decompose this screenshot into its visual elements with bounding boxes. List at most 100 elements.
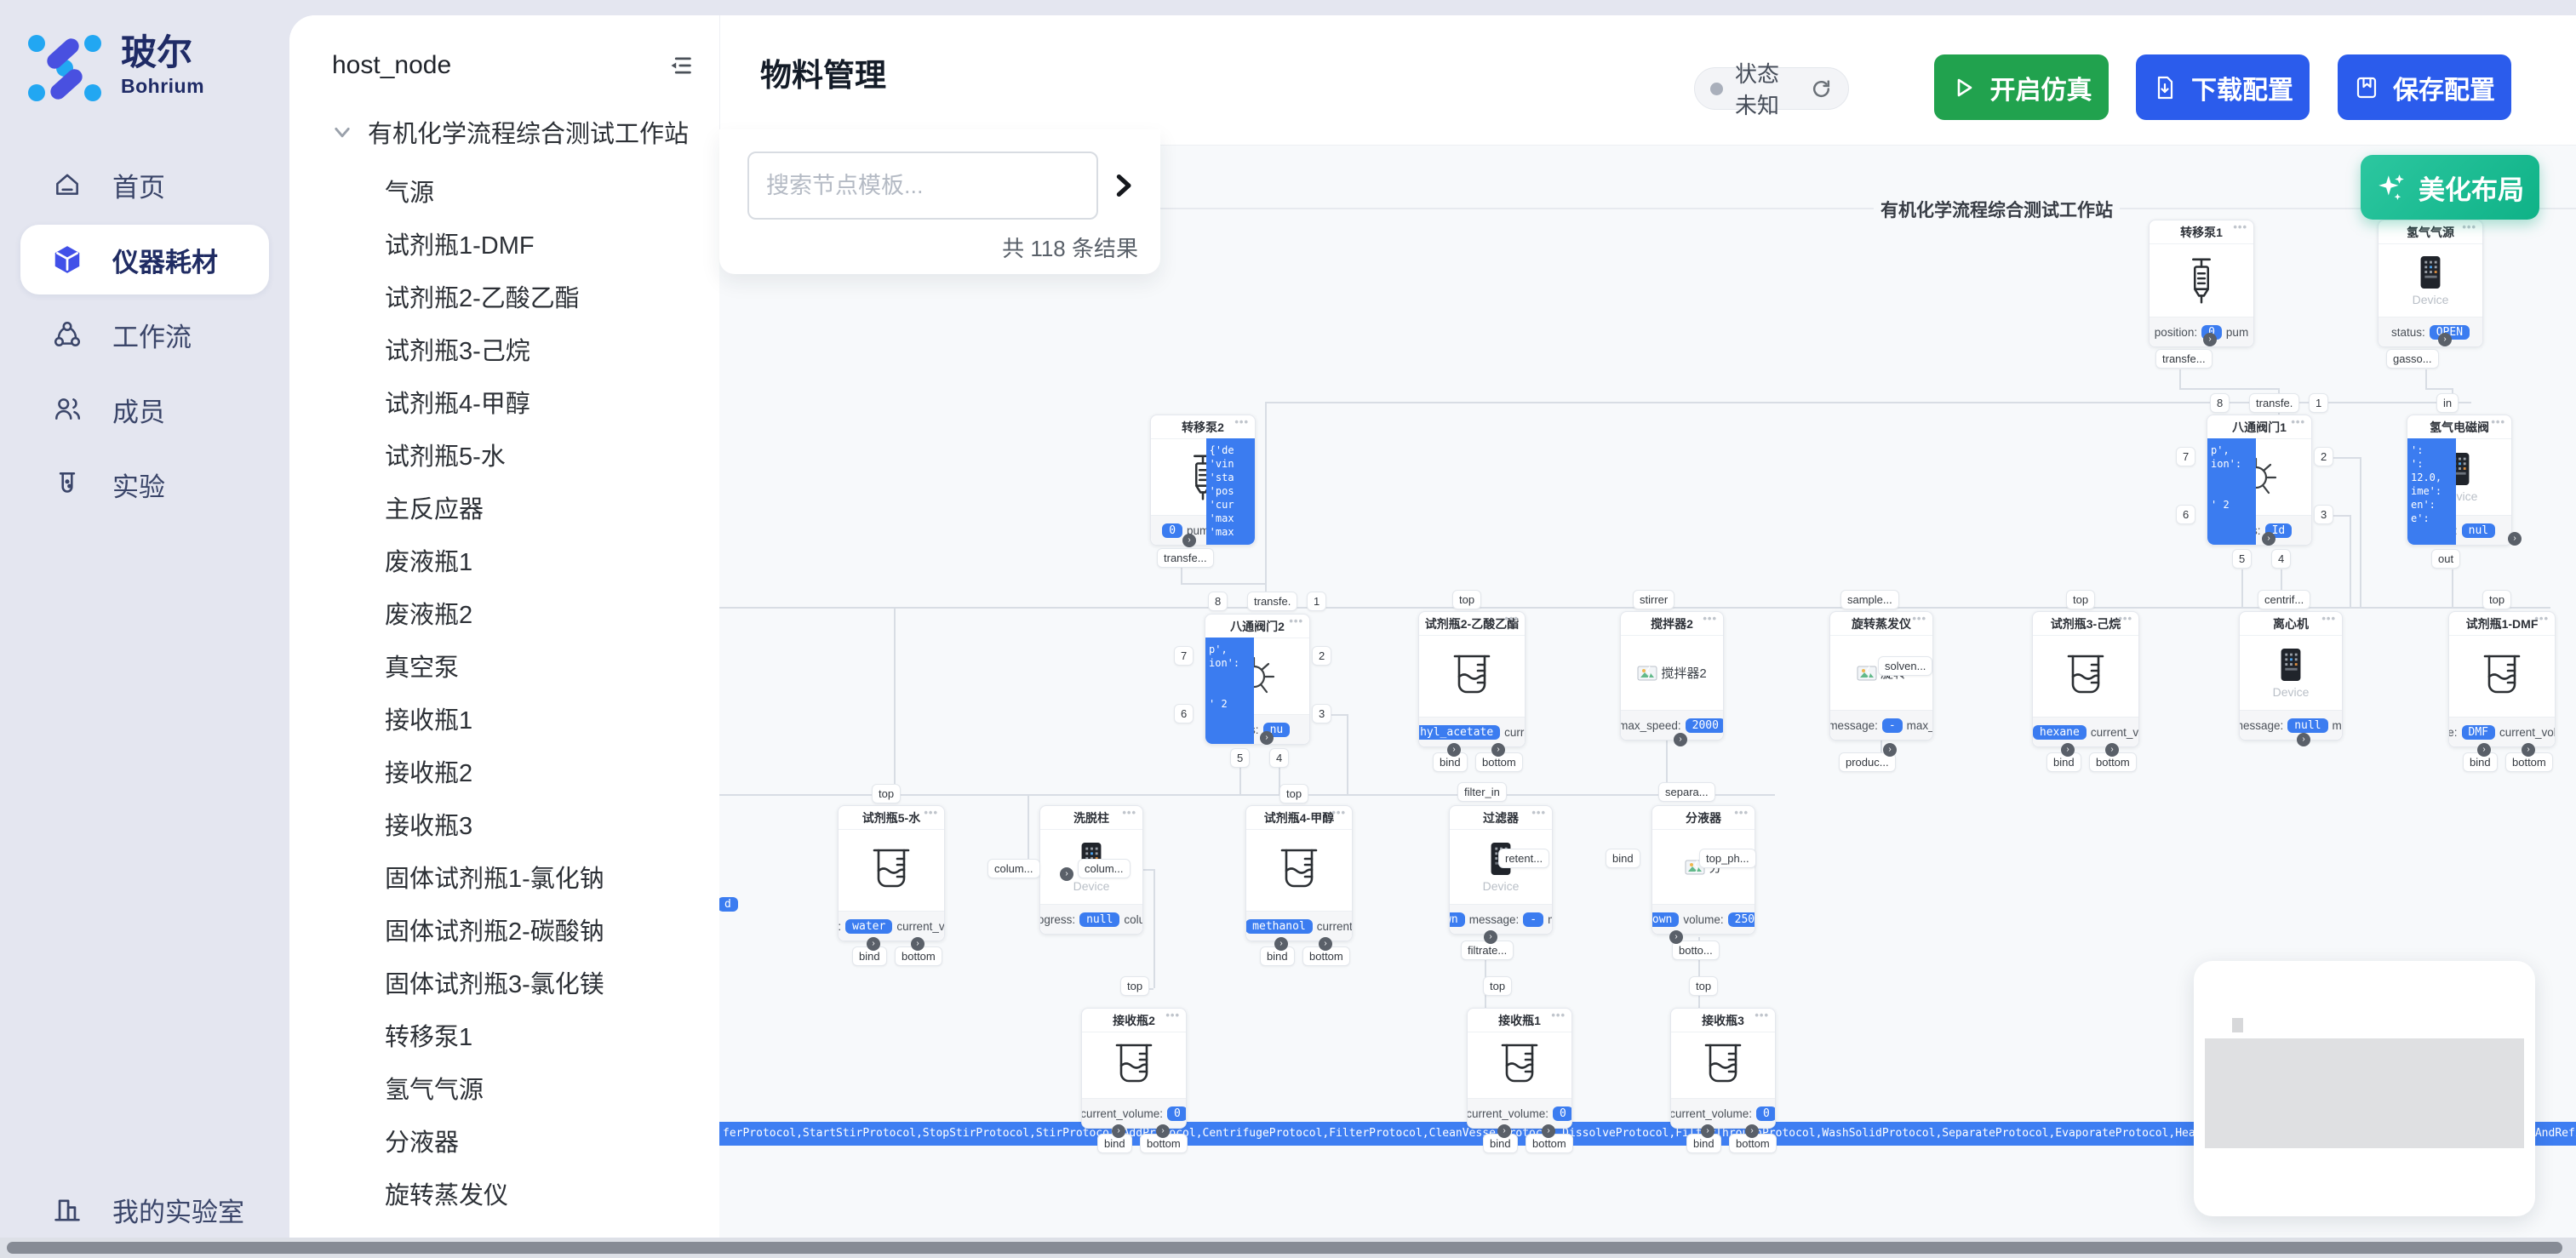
port-4[interactable]: 4 [2271,549,2291,569]
tree-item[interactable]: 试剂瓶2-乙酸乙酯 [385,272,719,325]
node-h2-solenoid-valve[interactable]: 氢气电磁阀•••Devicestatus:nul': ': 12.0, ime'… [2407,415,2512,546]
value-badge[interactable]: null [1079,912,1119,927]
port-top[interactable]: top [1452,590,1481,609]
download-config-button[interactable]: 下载配置 [2136,54,2310,120]
tree-item[interactable]: 气源 [385,167,719,220]
port-6[interactable]: 6 [1174,704,1194,723]
value-badge[interactable]: hexane [2033,725,2087,740]
sidebar-item-1[interactable]: 仪器耗材 [20,225,269,294]
tree-item[interactable]: 接收瓶1 [385,695,719,747]
port-handle-icon[interactable]: › [2522,743,2535,757]
port-transfe[interactable]: transfe. [2249,393,2299,413]
port-sample[interactable]: sample... [1840,590,1899,609]
node-menu-icon[interactable]: ••• [2291,415,2305,428]
value-badge[interactable]: wn [1450,912,1465,927]
port-bind[interactable]: bind [1606,849,1640,868]
port-colum[interactable]: colum... [1078,859,1131,878]
tree-item[interactable]: 转移泵1 [385,1011,719,1064]
port-handle-icon[interactable]: › [1156,1124,1170,1138]
sidebar-item-4[interactable]: 实验 [20,449,269,519]
node-centrifuge[interactable]: 离心机•••Devicemessage:nullma [2239,611,2343,741]
port-5[interactable]: 5 [2232,549,2252,569]
port-handle-icon[interactable]: › [1112,1124,1125,1138]
node-menu-icon[interactable]: ••• [1234,415,1249,428]
tree-item[interactable]: 固体试剂瓶1-氯化钠 [385,853,719,906]
node-bottle-4-methanol[interactable]: 试剂瓶4-甲醇•••methanolcurrent [1245,805,1353,941]
port-handle-icon[interactable]: › [1669,930,1683,944]
flow-canvas[interactable]: 有机化学流程综合测试工作站 ferProtocol,StartStirProto… [719,145,2576,1258]
port-8[interactable]: 8 [2210,393,2230,413]
value-badge[interactable]: null [2287,718,2327,733]
tree-item[interactable]: 旋转蒸发仪 [385,1169,719,1222]
port-7[interactable]: 7 [1174,646,1194,666]
tree-item[interactable]: 氢气气源 [385,1064,719,1117]
port-handle-icon[interactable]: › [1701,1124,1714,1138]
port-handle-icon[interactable]: › [1745,1124,1759,1138]
value-badge[interactable]: 0 [1167,1106,1186,1121]
value-badge[interactable]: 2000 [1686,718,1723,733]
status-badge[interactable]: 状态未知 [1694,67,1849,110]
node-bottle-3-hexane[interactable]: 试剂瓶3-己烷•••hexanecurrent_v [2032,611,2139,747]
node-menu-icon[interactable]: ••• [1551,1009,1566,1021]
tree-item[interactable]: 试剂瓶1-DMF [385,220,719,272]
value-badge[interactable]: - [1882,718,1903,733]
port-out[interactable]: out [2431,549,2460,569]
refresh-icon[interactable] [1810,77,1833,100]
port-top_ph[interactable]: top_ph... [1699,849,1756,868]
port-colum[interactable]: colum... [987,859,1040,878]
minimap-viewport[interactable] [2205,1038,2524,1148]
port-top[interactable]: top [1279,784,1308,803]
tree-item[interactable]: 废液瓶2 [385,589,719,642]
tree-item[interactable]: 废液瓶1 [385,536,719,589]
node-menu-icon[interactable]: ••• [1531,806,1546,819]
node-transfer-pump-2[interactable]: 转移泵2•••0pump_info:{'de 'vin 'sta 'pos 'c… [1150,415,1256,546]
tree-item[interactable]: 分液器 [385,1117,719,1169]
value-badge[interactable]: DMF [2462,725,2495,740]
search-input[interactable] [747,152,1098,220]
port-handle-icon[interactable]: › [2105,743,2119,757]
tree-item[interactable]: 固体试剂瓶2-碳酸钠 [385,906,719,958]
port-handle-icon[interactable]: › [1542,1124,1555,1138]
node-separator[interactable]: 分液器•••分ownvolume:250 [1652,805,1755,935]
node-menu-icon[interactable]: ••• [2321,612,2336,625]
port-2[interactable]: 2 [1312,646,1331,666]
value-badge[interactable]: nul [2462,523,2495,538]
start-simulation-button[interactable]: 开启仿真 [1934,54,2109,120]
port-handle-icon[interactable]: › [1484,930,1497,944]
port-top[interactable]: top [2482,590,2511,609]
node-bottle-1-dmf[interactable]: 试剂瓶1-DMF•••e:DMFcurrent_vol [2448,611,2556,747]
value-badge[interactable]: 0 [1162,523,1182,538]
horizontal-scrollbar[interactable] [0,1238,2576,1258]
sidebar-item-3[interactable]: 成员 [20,375,269,444]
value-badge[interactable]: methanol [1246,919,1313,934]
tree-item[interactable]: 固体试剂瓶3-氯化镁 [385,958,719,1011]
node-valve-2[interactable]: 八通阀门2•••status:nup', ion': ' 2 [1205,614,1310,745]
tree-item[interactable]: 接收瓶2 [385,747,719,800]
node-menu-icon[interactable]: ••• [2462,220,2476,233]
port-separa[interactable]: separa... [1658,782,1715,802]
node-menu-icon[interactable]: ••• [1165,1009,1180,1021]
node-bottle-2-ethyl-acetate[interactable]: 试剂瓶2-乙酸乙酯•••hyl_acetatecurre [1418,611,1526,747]
tree-item[interactable]: 试剂瓶3-己烷 [385,325,719,378]
port-gasso[interactable]: gasso... [2386,349,2439,369]
port-handle-icon[interactable]: › [2262,532,2275,546]
port-handle-icon[interactable]: › [1260,731,1274,745]
node-menu-icon[interactable]: ••• [924,806,938,819]
port-handle-icon[interactable]: › [1447,743,1461,757]
port-3[interactable]: 3 [2314,505,2333,524]
beautify-layout-button[interactable]: 美化布局 [2361,155,2539,220]
node-rotary-evaporator[interactable]: 旋转蒸发仪•••旋转message:-max_ [1829,611,1933,741]
port-transfe[interactable]: transfe... [2155,349,2212,369]
port-handle-icon[interactable]: › [2061,743,2075,757]
port-handle-icon[interactable]: › [867,937,880,951]
tree-item[interactable]: 主反应器 [385,483,719,536]
port-top[interactable]: top [1689,976,1718,996]
node-menu-icon[interactable]: ••• [1734,806,1749,819]
port-handle-icon[interactable]: › [1274,937,1288,951]
port-1[interactable]: 1 [1307,592,1326,611]
port-top[interactable]: top [1120,976,1149,996]
port-retent[interactable]: retent... [1498,849,1549,868]
node-menu-icon[interactable]: ••• [2491,415,2505,428]
node-h2-gas-source[interactable]: 氢气气源•••Devicestatus:OPEN [2378,220,2483,347]
port-8[interactable]: 8 [1208,592,1228,611]
